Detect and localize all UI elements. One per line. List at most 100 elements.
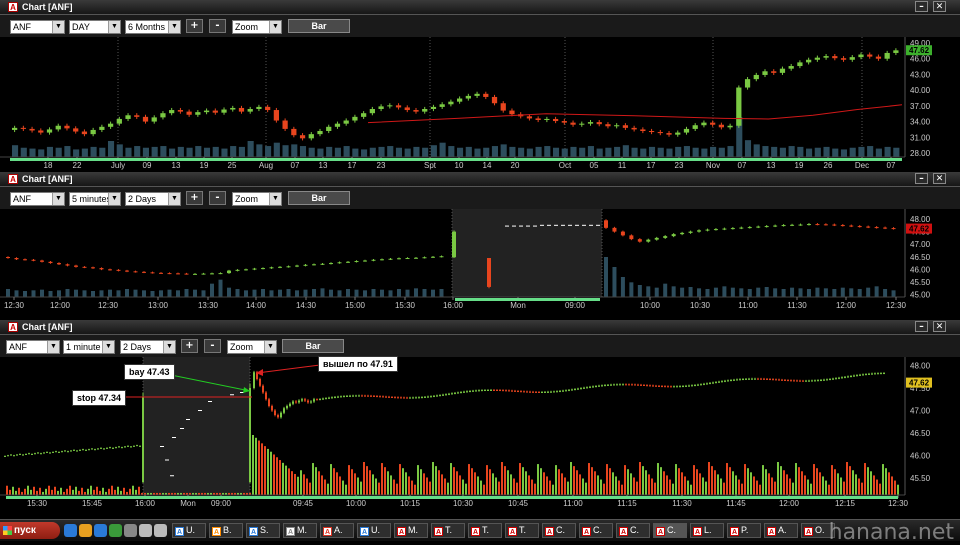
zoom-in-button[interactable]: +	[181, 339, 198, 353]
media-icon[interactable]	[94, 524, 107, 537]
volume-bar	[111, 485, 113, 495]
taskbar-item[interactable]: A C.	[653, 523, 687, 538]
app-icon-2[interactable]	[139, 524, 152, 537]
title-bar[interactable]: A Chart [ANF] – ✕	[0, 320, 960, 335]
candle	[85, 449, 87, 451]
5min-chart[interactable]: 48.0047.5047.0046.5046.0045.5045.0047.62…	[0, 209, 960, 319]
minimize-icon[interactable]: –	[915, 1, 928, 12]
ie-icon[interactable]	[64, 524, 77, 537]
range-select[interactable]: 6 Months ▼	[125, 20, 181, 34]
taskbar-item[interactable]: A P.	[727, 523, 761, 538]
app-icon-1[interactable]	[124, 524, 137, 537]
candle	[10, 454, 12, 456]
mode-select[interactable]: Zoom ▼	[232, 192, 282, 206]
taskbar-item[interactable]: A T.	[505, 523, 539, 538]
candle	[760, 378, 762, 380]
taskbar-item[interactable]: A C.	[579, 523, 613, 538]
candle	[103, 448, 105, 450]
candle	[244, 269, 248, 271]
zoom-out-button[interactable]: -	[209, 19, 226, 33]
x-tick-label: 10:15	[400, 499, 421, 508]
symbol-select[interactable]: ANF ▼	[10, 192, 65, 206]
chevron-down-icon[interactable]: ▼	[269, 21, 281, 33]
volume-bar	[849, 466, 851, 495]
taskbar-item[interactable]: A U.	[357, 523, 391, 538]
daily-chart[interactable]: 49.0046.0043.0040.0037.0034.0031.0028.00…	[0, 37, 960, 172]
candle	[526, 391, 528, 393]
symbol-select[interactable]: ANF ▼	[6, 340, 60, 354]
chevron-down-icon[interactable]: ▼	[269, 193, 281, 205]
start-button[interactable]: пуск	[0, 522, 60, 539]
taskbar-item[interactable]: A T.	[468, 523, 502, 538]
taskbar-item[interactable]: A L.	[690, 523, 724, 538]
volume-bar	[317, 148, 324, 157]
taskbar-item[interactable]: A M.	[394, 523, 428, 538]
taskbar-item[interactable]: A U.	[172, 523, 206, 538]
bar-type-button[interactable]: Bar	[288, 19, 350, 33]
close-icon[interactable]: ✕	[933, 1, 946, 12]
chevron-down-icon[interactable]: ▼	[108, 21, 120, 33]
candle	[862, 374, 864, 376]
bar-type-button[interactable]: Bar	[288, 191, 350, 205]
interval-select[interactable]: DAY ▼	[69, 20, 121, 34]
chevron-down-icon[interactable]: ▼	[108, 193, 120, 205]
zoom-out-button[interactable]: -	[204, 339, 221, 353]
taskbar-item[interactable]: A A.	[320, 523, 354, 538]
taskbar-item[interactable]: A S.	[246, 523, 280, 538]
volume-bar	[297, 476, 299, 495]
chevron-down-icon[interactable]: ▼	[52, 193, 64, 205]
candle	[683, 128, 690, 133]
taskbar-item[interactable]: A M.	[283, 523, 317, 538]
zoom-out-button[interactable]: -	[209, 191, 226, 205]
candle	[230, 107, 236, 110]
scrollbar-thumb[interactable]	[6, 496, 898, 499]
minimize-icon[interactable]: –	[915, 173, 928, 184]
mode-select[interactable]: Zoom ▼	[232, 20, 282, 34]
close-icon[interactable]: ✕	[933, 321, 946, 332]
chevron-down-icon[interactable]: ▼	[52, 21, 64, 33]
range-select[interactable]: 2 Days ▼	[125, 192, 181, 206]
volume-bar	[318, 471, 320, 495]
1min-chart[interactable]: 48.0047.5047.0046.5046.0045.5047.6215:30…	[0, 357, 960, 519]
outlook-icon[interactable]	[79, 524, 92, 537]
volume-bar	[500, 144, 507, 157]
volume-bar	[369, 147, 376, 157]
volume-bar	[705, 289, 710, 297]
taskbar-item[interactable]: A C.	[616, 523, 650, 538]
chevron-down-icon[interactable]: ▼	[168, 21, 180, 33]
chevron-down-icon[interactable]: ▼	[47, 341, 59, 353]
range-select[interactable]: 2 Days ▼	[120, 340, 176, 354]
chevron-down-icon[interactable]: ▼	[163, 341, 175, 353]
scrollbar-thumb[interactable]	[10, 158, 902, 161]
volume-bar	[303, 289, 308, 297]
bar-type-button[interactable]: Bar	[282, 339, 344, 353]
zoom-in-button[interactable]: +	[186, 19, 203, 33]
zoom-in-button[interactable]: +	[186, 191, 203, 205]
candle	[757, 378, 759, 380]
scrollbar-thumb[interactable]	[455, 298, 600, 301]
volume-bar	[604, 257, 608, 297]
candle	[475, 390, 477, 392]
candle	[329, 263, 333, 265]
chevron-down-icon[interactable]: ▼	[168, 193, 180, 205]
candle	[849, 57, 855, 60]
title-bar[interactable]: A Chart [ANF] – ✕	[0, 172, 960, 187]
taskbar-item[interactable]: A T.	[431, 523, 465, 538]
taskbar-item[interactable]: A C.	[542, 523, 576, 538]
mode-select[interactable]: Zoom ▼	[227, 340, 277, 354]
minimize-icon[interactable]: –	[915, 321, 928, 332]
interval-select[interactable]: 5 minutes ▼	[69, 192, 121, 206]
app-icon-3[interactable]	[154, 524, 167, 537]
symbol-select[interactable]: ANF ▼	[10, 20, 65, 34]
candle	[579, 123, 585, 125]
volume-bar	[780, 466, 782, 495]
chrome-icon[interactable]	[109, 524, 122, 537]
chevron-down-icon[interactable]: ▼	[264, 341, 276, 353]
x-tick-label: 10	[455, 161, 464, 170]
taskbar-item[interactable]: A A.	[764, 523, 798, 538]
interval-select[interactable]: 1 minute ▼	[63, 340, 115, 354]
close-icon[interactable]: ✕	[933, 173, 946, 184]
taskbar-item[interactable]: A B.	[209, 523, 243, 538]
chevron-down-icon[interactable]: ▼	[102, 341, 114, 353]
title-bar[interactable]: A Chart [ANF] – ✕	[0, 0, 960, 15]
